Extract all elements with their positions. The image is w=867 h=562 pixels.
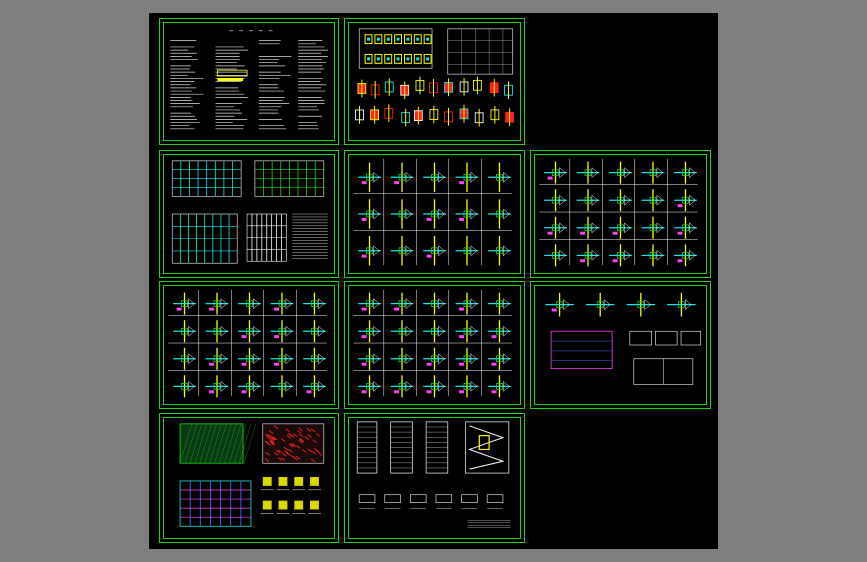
column-layout-art bbox=[171, 160, 328, 264]
roof-plan-art bbox=[545, 292, 702, 385]
drawing-sheet-frame-details-a[interactable] bbox=[344, 150, 525, 278]
drawing-sheet-roof-framing[interactable] bbox=[159, 413, 339, 543]
foundation-plan-art bbox=[355, 28, 515, 127]
drawing-sheet-general-notes[interactable] bbox=[159, 18, 339, 145]
roof-framing-art bbox=[179, 423, 325, 527]
cad-viewport[interactable] bbox=[149, 13, 718, 549]
joint-details-c-art bbox=[353, 289, 512, 398]
frame-details-a-art bbox=[353, 158, 512, 266]
drawing-sheet-column-layout[interactable] bbox=[159, 150, 339, 278]
drawing-sheet-joint-details-c[interactable] bbox=[344, 281, 525, 409]
elevations-art bbox=[356, 421, 511, 528]
drawing-sheet-elevations[interactable] bbox=[344, 413, 525, 543]
drawing-sheet-joint-details-a[interactable] bbox=[530, 150, 711, 278]
joint-details-b-art bbox=[168, 289, 327, 398]
drawing-sheet-roof-plan[interactable] bbox=[530, 281, 711, 409]
joint-details-a-art bbox=[539, 158, 698, 267]
general-notes-art bbox=[170, 30, 329, 130]
drawing-sheet-joint-details-b[interactable] bbox=[159, 281, 339, 409]
drawing-sheet-foundation-plan[interactable] bbox=[344, 18, 525, 145]
